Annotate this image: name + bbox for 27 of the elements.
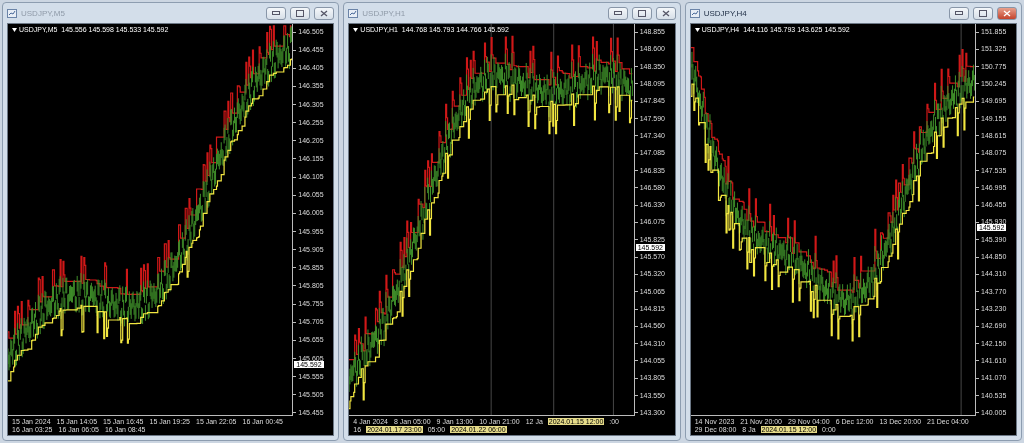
chart-window-icon bbox=[689, 8, 700, 18]
maximize-button[interactable] bbox=[973, 6, 993, 20]
maximize-icon bbox=[296, 9, 305, 17]
window-title: USDJPY,H4 bbox=[703, 8, 748, 18]
minimize-icon bbox=[955, 11, 963, 15]
chart-window-icon bbox=[348, 8, 359, 18]
minimize-icon bbox=[272, 11, 281, 15]
minimize-button[interactable] bbox=[266, 6, 287, 20]
minimize-button[interactable] bbox=[949, 6, 969, 20]
close-button[interactable] bbox=[314, 6, 335, 20]
dropdown-triangle-icon[interactable] bbox=[12, 27, 17, 32]
close-icon bbox=[661, 9, 670, 17]
maximize-button[interactable] bbox=[290, 6, 311, 20]
dropdown-triangle-icon[interactable] bbox=[694, 27, 700, 32]
maximize-icon bbox=[637, 9, 646, 17]
maximize-button[interactable] bbox=[631, 6, 652, 20]
window-title: USDJPY,M5 bbox=[21, 8, 66, 18]
maximize-icon bbox=[979, 9, 987, 17]
close-icon bbox=[320, 9, 329, 17]
close-button[interactable] bbox=[655, 6, 676, 20]
minimize-button[interactable] bbox=[607, 6, 628, 20]
chart-window-icon bbox=[7, 8, 17, 18]
close-icon bbox=[1003, 9, 1011, 17]
window-title: USDJPY,H1 bbox=[362, 8, 407, 18]
minimize-icon bbox=[613, 11, 622, 15]
dropdown-triangle-icon[interactable] bbox=[353, 27, 359, 32]
close-button[interactable] bbox=[997, 6, 1017, 20]
